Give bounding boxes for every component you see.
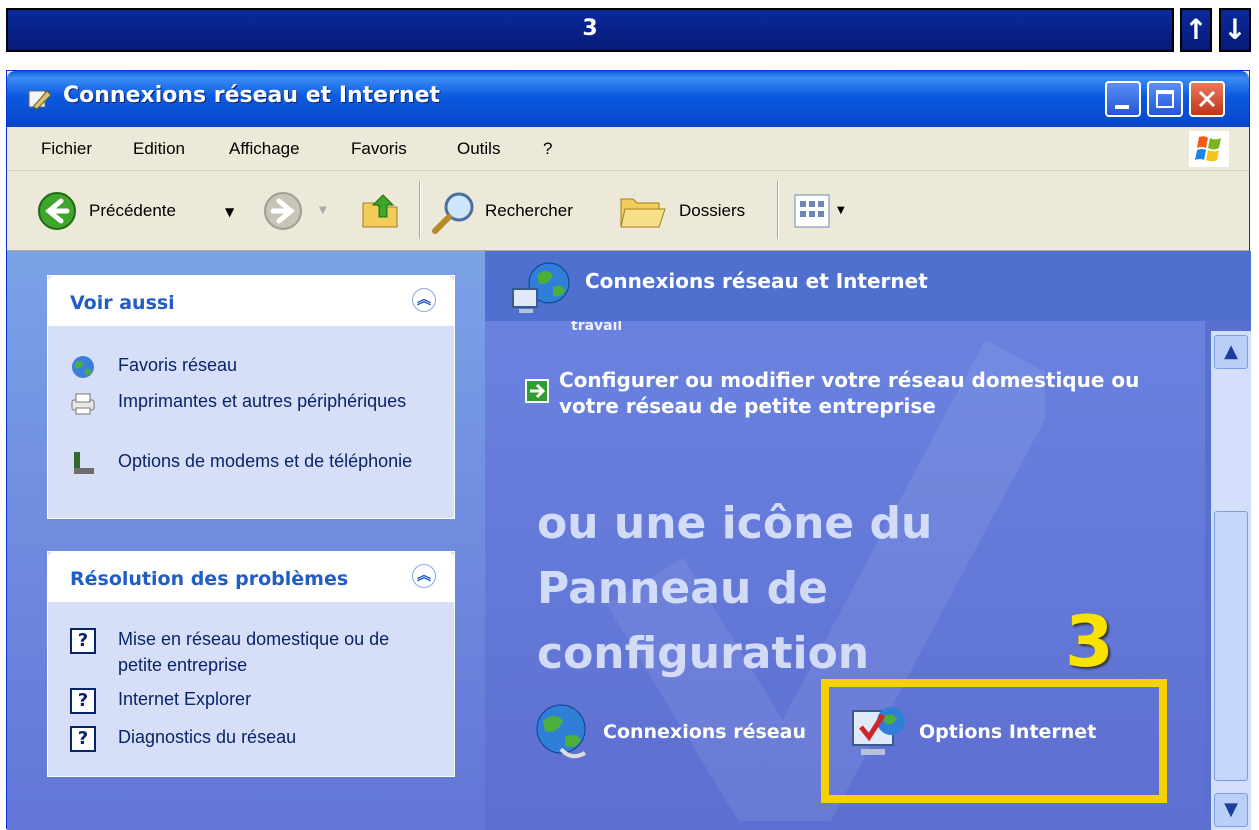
title-bar[interactable]: Connexions réseau et Internet (7, 71, 1249, 127)
troubleshoot-label: Diagnostics du réseau (118, 727, 297, 747)
menu-favorites[interactable]: Favoris (351, 139, 407, 159)
forward-arrow-icon[interactable] (263, 191, 303, 231)
back-dropdown-icon: ▼ (225, 205, 235, 219)
overlay-line: configuration (537, 628, 870, 679)
search-button[interactable]: Rechercher (431, 185, 607, 237)
folders-icon (620, 198, 666, 228)
main-pane: travail Configurer ou modifier votre rés… (485, 251, 1251, 830)
menu-tools[interactable]: Outils (457, 139, 500, 159)
back-button[interactable]: Précédente ▼ (37, 185, 247, 237)
menu-file[interactable]: Fichier (41, 139, 92, 159)
green-arrow-icon (525, 379, 549, 403)
troubleshoot-header[interactable]: Résolution des problèmes ︽ (48, 552, 454, 602)
back-label: Précédente (89, 201, 176, 220)
network-globe-icon (512, 262, 570, 313)
see-also-label: Imprimantes et autres périphériques (118, 391, 407, 411)
search-label: Rechercher (485, 201, 573, 220)
scroll-thumb[interactable] (1214, 511, 1248, 781)
help-icon: ? (70, 688, 96, 714)
forward-dropdown-icon[interactable]: ▼ (319, 205, 327, 216)
see-also-label: Favoris réseau (118, 355, 238, 375)
globe-network-icon (72, 356, 94, 378)
step-track: 3 (6, 8, 1174, 52)
close-button[interactable] (1189, 81, 1225, 117)
collapse-icon[interactable]: ︽ (412, 564, 436, 588)
task-pane: Voir aussi ︽ Favoris réseau Imprimantes … (7, 251, 485, 830)
step-bar: 3 ↑ ↓ (0, 6, 1259, 56)
step-down-button[interactable]: ↓ (1219, 8, 1251, 52)
troubleshoot-label: Internet Explorer (118, 689, 252, 709)
help-icon: ? (70, 628, 96, 654)
printer-icon (71, 393, 95, 415)
views-button[interactable]: ▼ (793, 193, 857, 231)
scroll-down-button[interactable]: ▼ (1214, 793, 1248, 827)
see-also-panel: Voir aussi ︽ Favoris réseau Imprimantes … (47, 275, 455, 519)
back-arrow-icon (38, 192, 76, 230)
cp-icon-network-connections[interactable]: Connexions réseau (531, 701, 831, 771)
folder-up-icon[interactable] (359, 189, 403, 233)
views-dropdown-icon: ▼ (837, 205, 845, 216)
maximize-button[interactable] (1147, 81, 1183, 117)
toolbar: Précédente ▼ ▼ Rechercher Dossiers ▼ (7, 171, 1249, 251)
menu-view[interactable]: Affichage (229, 139, 300, 159)
cp-icon-label: Connexions réseau (603, 721, 807, 743)
highlight-box (821, 679, 1167, 803)
task-link-home-network[interactable]: Configurer ou modifier votre réseau dome… (525, 367, 1175, 427)
folders-label: Dossiers (679, 201, 746, 220)
folders-button[interactable]: Dossiers (619, 185, 769, 237)
content-area: Voir aussi ︽ Favoris réseau Imprimantes … (7, 251, 1251, 830)
collapse-icon[interactable]: ︽ (412, 288, 436, 312)
window-title: Connexions réseau et Internet (63, 83, 441, 108)
network-connections-icon (536, 704, 586, 759)
see-also-header[interactable]: Voir aussi ︽ (48, 276, 454, 326)
step-number: 3 (582, 16, 598, 41)
scroll-up-button[interactable]: ▲ (1214, 335, 1248, 369)
step-marker: 3 (1065, 601, 1114, 683)
category-header: Connexions réseau et Internet (485, 251, 1251, 321)
minimize-button[interactable] (1105, 81, 1141, 117)
toolbar-separator (419, 181, 421, 239)
phone-icon (74, 452, 94, 474)
overlay-line: ou une icône du (537, 498, 933, 549)
menu-help[interactable]: ? (543, 139, 552, 159)
see-also-label: Options de modems et de téléphonie (118, 451, 413, 471)
category-title: Connexions réseau et Internet (585, 269, 928, 293)
troubleshoot-panel: Résolution des problèmes ︽ ? Mise en rés… (47, 551, 455, 777)
troubleshoot-label: Mise en réseau domestique ou de petite e… (118, 629, 390, 675)
menu-bar: Fichier Edition Affichage Favoris Outils… (7, 127, 1249, 171)
help-icon: ? (70, 726, 96, 752)
explorer-window: Connexions réseau et Internet Fichier Ed… (6, 70, 1251, 830)
views-icon (794, 194, 830, 228)
overlay-line: Panneau de (537, 563, 828, 614)
control-panel-icon (28, 90, 52, 110)
category-body: travail Configurer ou modifier votre rés… (485, 318, 1205, 830)
vertical-scrollbar[interactable]: ▲ ▼ (1211, 331, 1251, 830)
close-icon (1198, 90, 1216, 108)
windows-logo-icon (1189, 131, 1229, 167)
task-link-label: Configurer ou modifier votre réseau dome… (559, 368, 1140, 418)
search-icon (432, 192, 474, 234)
minimize-icon (1115, 105, 1129, 109)
step-up-button[interactable]: ↑ (1180, 8, 1212, 52)
see-also-title: Voir aussi (70, 292, 175, 314)
troubleshoot-title: Résolution des problèmes (70, 568, 349, 590)
toolbar-separator (777, 181, 779, 239)
menu-edit[interactable]: Edition (133, 139, 185, 159)
maximize-icon (1156, 90, 1174, 108)
